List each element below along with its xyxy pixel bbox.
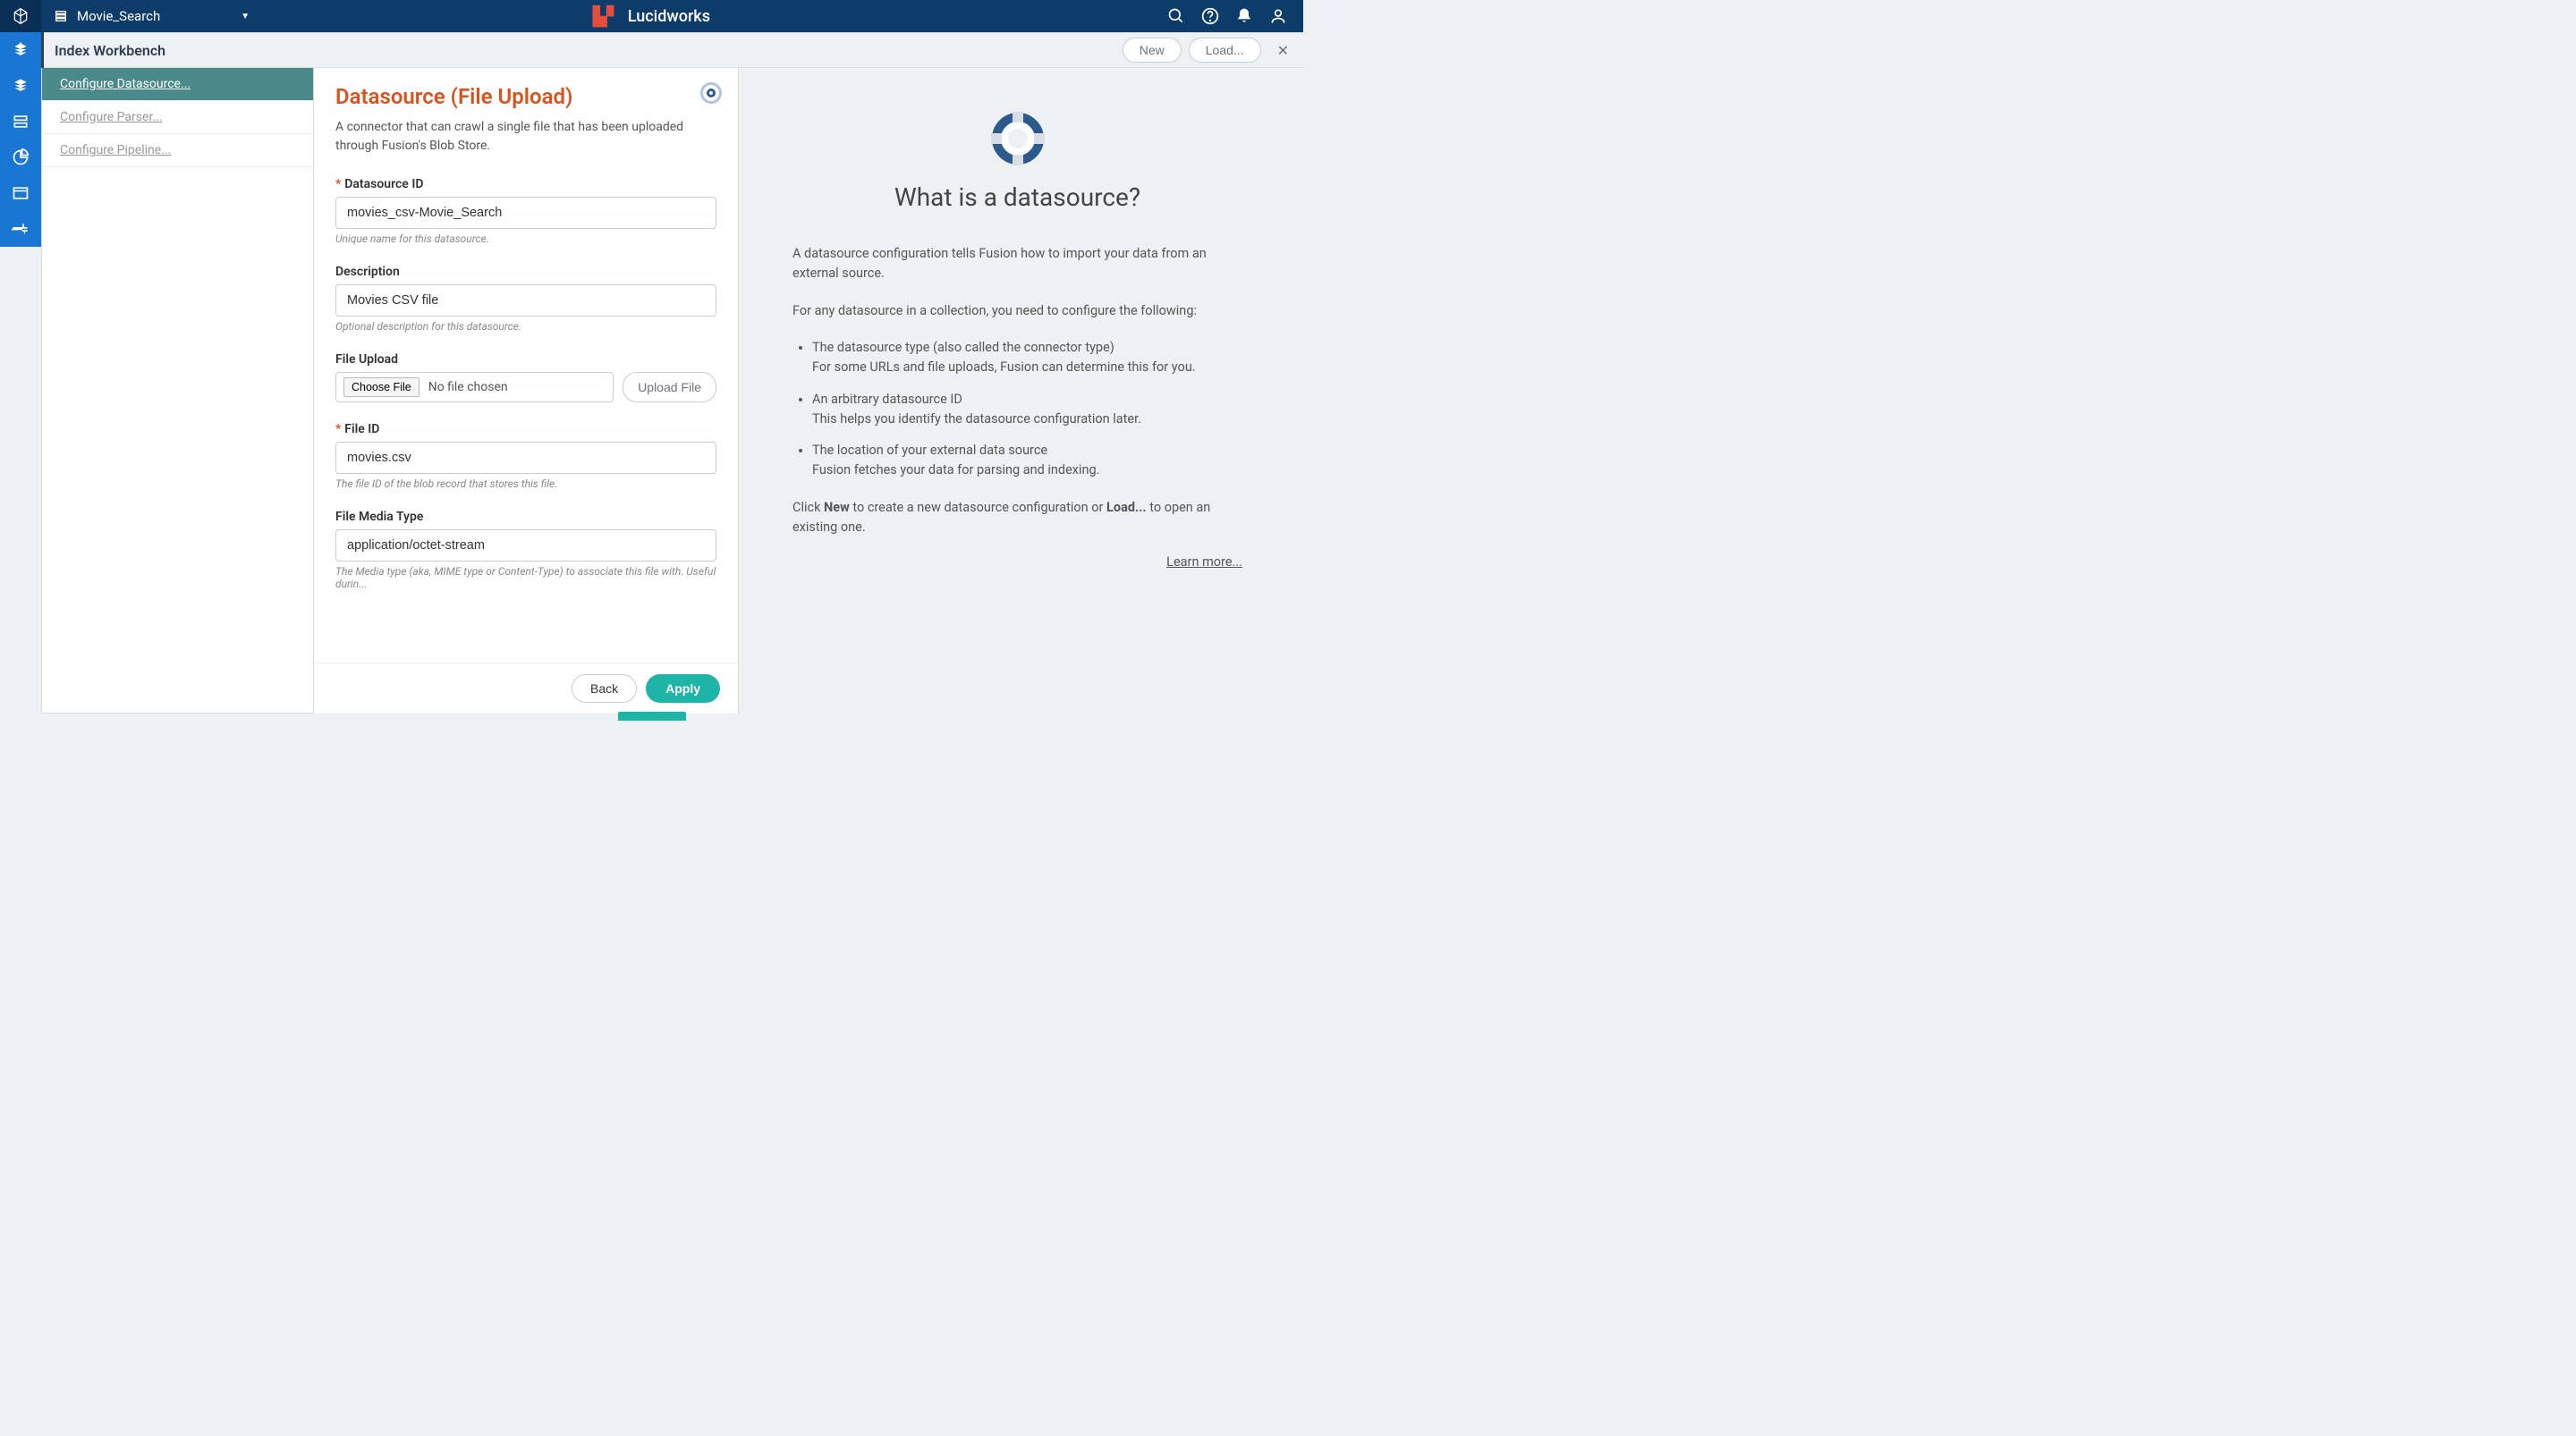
rail-item-settings[interactable] <box>0 211 41 247</box>
info-p1: A datasource configuration tells Fusion … <box>792 244 1242 283</box>
left-rail <box>0 32 41 247</box>
project-selector[interactable]: Movie_Search ▼ <box>41 8 262 24</box>
search-icon[interactable] <box>1167 7 1185 25</box>
rail-item-index2[interactable] <box>0 68 41 104</box>
file-id-hint: The file ID of the blob record that stor… <box>335 477 716 490</box>
apply-button[interactable]: Apply <box>646 674 720 703</box>
nav-left: Movie_Search ▼ <box>0 0 262 32</box>
back-button[interactable]: Back <box>572 674 637 703</box>
resize-handle[interactable] <box>618 712 686 721</box>
page-title: Index Workbench <box>41 32 165 68</box>
info-title: What is a datasource? <box>792 182 1242 212</box>
subheader-actions: New Load... ✕ <box>1123 38 1289 63</box>
info-p2: For any datasource in a collection, you … <box>792 301 1242 321</box>
choose-file-button[interactable]: Choose File <box>343 377 419 397</box>
description-input[interactable] <box>335 284 716 317</box>
description-hint: Optional description for this datasource… <box>335 320 716 333</box>
hexagon-icon <box>12 7 30 25</box>
file-id-input[interactable] <box>335 442 716 474</box>
info-panel: What is a datasource? A datasource confi… <box>739 68 1296 714</box>
media-type-label: File Media Type <box>335 510 716 524</box>
datasource-form-panel: Datasource (File Upload) A connector tha… <box>314 68 739 714</box>
chevron-down-icon: ▼ <box>241 12 250 21</box>
top-navbar: Movie_Search ▼ ▙▘ Lucidworks <box>0 0 1303 32</box>
info-bullet-2: An arbitrary datasource IDThis helps you… <box>812 390 1242 429</box>
help-icon[interactable] <box>1201 7 1219 25</box>
step-configure-pipeline[interactable]: Configure Pipeline... <box>42 134 313 167</box>
info-p3: Click New to create a new datasource con… <box>792 498 1242 537</box>
media-type-input[interactable] <box>335 529 716 562</box>
rail-item-window[interactable] <box>0 175 41 211</box>
new-button[interactable]: New <box>1123 38 1182 63</box>
load-button[interactable]: Load... <box>1189 38 1261 63</box>
help-lifebuoy-icon[interactable] <box>700 82 722 104</box>
info-icon-wrap <box>792 113 1242 165</box>
info-bullet-3: The location of your external data sourc… <box>812 441 1242 480</box>
form-description: A connector that can crawl a single file… <box>335 118 716 156</box>
rail-item-index[interactable] <box>0 32 41 68</box>
lifebuoy-icon <box>992 113 1044 165</box>
app-logo[interactable] <box>0 0 41 32</box>
brand-text: Lucidworks <box>628 7 710 26</box>
stack-icon <box>54 9 68 23</box>
datasource-id-hint: Unique name for this datasource. <box>335 232 716 245</box>
datasource-id-label: *Datasource ID <box>335 177 716 191</box>
field-file-id: *File ID The file ID of the blob record … <box>335 422 716 490</box>
main-area: Configure Datasource... Configure Parser… <box>41 68 1296 714</box>
learn-more-wrap: Learn more... <box>792 554 1242 570</box>
project-name: Movie_Search <box>77 8 160 24</box>
step-configure-parser[interactable]: Configure Parser... <box>42 101 313 134</box>
form-scroll: Datasource (File Upload) A connector tha… <box>314 68 738 714</box>
bell-icon[interactable] <box>1235 7 1253 25</box>
rail-item-data[interactable] <box>0 104 41 139</box>
config-steps-panel: Configure Datasource... Configure Parser… <box>41 68 314 714</box>
upload-file-button[interactable]: Upload File <box>623 372 716 402</box>
close-icon[interactable]: ✕ <box>1277 42 1289 59</box>
datasource-id-input[interactable] <box>335 197 716 229</box>
brand: ▙▘ Lucidworks <box>593 5 710 27</box>
file-chooser[interactable]: Choose File No file chosen <box>335 372 614 402</box>
file-upload-label: File Upload <box>335 352 716 367</box>
media-type-hint: The Media type (aka, MIME type or Conten… <box>335 565 716 590</box>
form-footer: Back Apply <box>314 663 738 714</box>
user-icon[interactable] <box>1269 7 1287 25</box>
step-configure-datasource[interactable]: Configure Datasource... <box>42 68 313 101</box>
file-status: No file chosen <box>428 380 508 394</box>
field-description: Description Optional description for thi… <box>335 265 716 333</box>
rail-item-analytics[interactable] <box>0 139 41 175</box>
info-bullets: The datasource type (also called the con… <box>792 338 1242 480</box>
description-label: Description <box>335 265 716 279</box>
field-datasource-id: *Datasource ID Unique name for this data… <box>335 177 716 245</box>
info-bullet-1: The datasource type (also called the con… <box>812 338 1242 377</box>
field-media-type: File Media Type The Media type (aka, MIM… <box>335 510 716 590</box>
brand-icon: ▙▘ <box>593 5 621 27</box>
field-file-upload: File Upload Choose File No file chosen U… <box>335 352 716 402</box>
nav-right <box>1167 7 1303 25</box>
file-id-label: *File ID <box>335 422 716 436</box>
subheader: Index Workbench New Load... ✕ <box>41 32 1303 68</box>
learn-more-link[interactable]: Learn more... <box>1166 554 1242 570</box>
file-upload-row: Choose File No file chosen Upload File <box>335 372 716 402</box>
form-title: Datasource (File Upload) <box>335 84 716 109</box>
